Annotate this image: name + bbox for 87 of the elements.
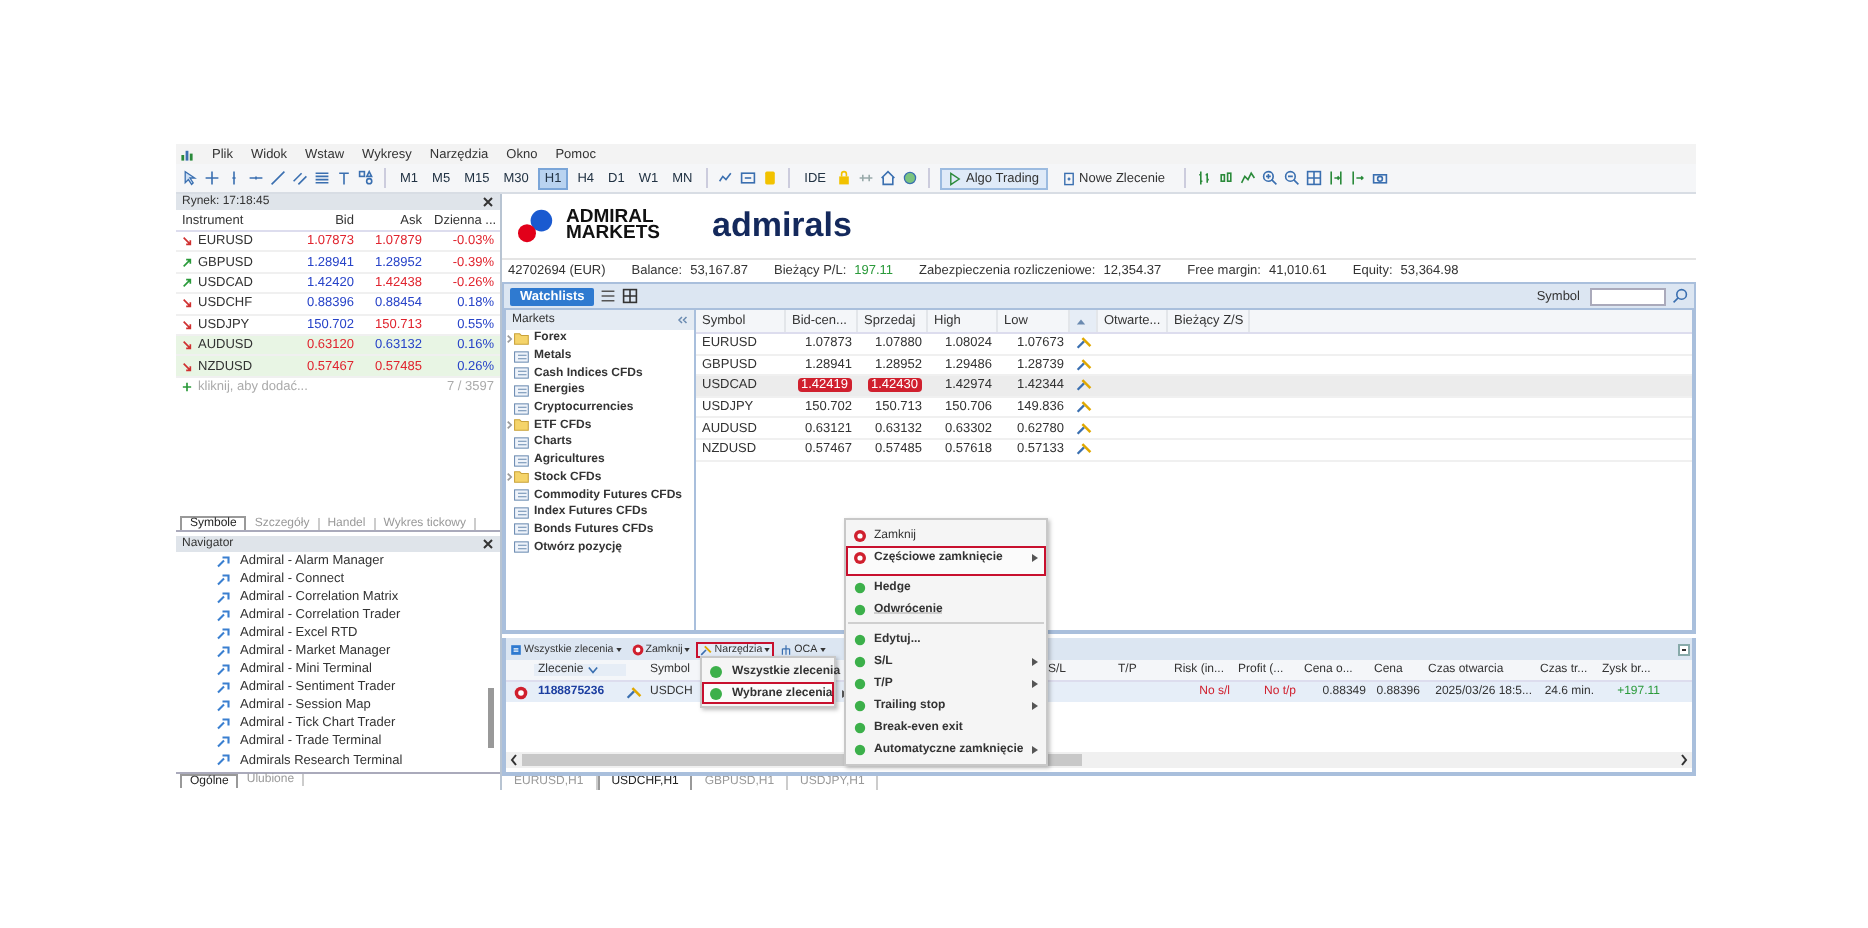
- tool-icon: [216, 573, 232, 586]
- collapse-icon[interactable]: [676, 314, 688, 326]
- tool-icon: [216, 609, 232, 622]
- horizontal-line-icon[interactable]: [248, 170, 264, 186]
- zoom-out-icon[interactable]: [1283, 170, 1300, 186]
- dot-icon: [854, 655, 866, 667]
- home-icon[interactable]: [880, 170, 897, 186]
- folder-icon: [506, 331, 530, 346]
- app-icon: [180, 147, 194, 161]
- channel-icon[interactable]: [292, 170, 308, 186]
- trend-line-icon[interactable]: [270, 170, 286, 186]
- tool-icon: [216, 627, 232, 640]
- tools-icon[interactable]: [1076, 442, 1092, 457]
- tool-icon: [216, 591, 232, 604]
- tools-icon[interactable]: [1076, 421, 1092, 436]
- caret-icon: [615, 647, 622, 651]
- search-icon[interactable]: [1672, 288, 1688, 304]
- submenu-arrow-icon: [1032, 745, 1038, 753]
- sort-icon: [587, 666, 598, 674]
- tool-icon: [216, 645, 232, 658]
- submenu-arrow-icon: [1032, 657, 1038, 665]
- horizontal-lines-icon[interactable]: [314, 170, 330, 186]
- dot-icon: [854, 743, 866, 755]
- close-circle-icon: [854, 529, 866, 541]
- line-chart-icon[interactable]: [718, 170, 735, 186]
- document-icon: [1061, 171, 1076, 185]
- close-icon[interactable]: [482, 538, 494, 550]
- submenu-arrow-icon: [1032, 679, 1038, 687]
- bar-chart-icon[interactable]: [1195, 170, 1212, 186]
- logo-text: MARKETS: [566, 226, 660, 243]
- zoom-in-icon[interactable]: [1261, 170, 1278, 186]
- close-circle-icon: [854, 551, 866, 563]
- tools-icon: [700, 643, 713, 655]
- shapes-icon[interactable]: [358, 170, 374, 186]
- grid-view-icon[interactable]: [622, 288, 639, 304]
- panel-menu-icon[interactable]: [1678, 643, 1690, 655]
- caret-icon: [764, 647, 771, 651]
- vertical-line-icon[interactable]: [226, 170, 242, 186]
- tool-icon: [216, 681, 232, 694]
- dot-icon: [854, 699, 866, 711]
- logo-text: ADMIRAL: [566, 209, 654, 226]
- folder-icon: [506, 418, 530, 433]
- close-circle-icon: [631, 643, 644, 655]
- branch-icon: [780, 643, 793, 655]
- tool-icon: [216, 699, 232, 712]
- tools-icon[interactable]: [626, 685, 642, 699]
- dot-icon: [854, 603, 866, 615]
- candlestick-icon[interactable]: [1217, 170, 1234, 186]
- dot-icon: [854, 677, 866, 689]
- logo-icon: [514, 208, 558, 244]
- close-circle-icon[interactable]: [514, 685, 528, 699]
- crosshair-icon[interactable]: [204, 170, 220, 186]
- caret-icon: [684, 647, 691, 651]
- play-icon: [948, 171, 963, 185]
- close-icon[interactable]: [482, 196, 494, 208]
- grid-icon[interactable]: [1305, 170, 1322, 186]
- submenu-arrow-icon: [1032, 553, 1038, 561]
- line-chart-icon[interactable]: [1239, 170, 1256, 186]
- tool-icon: [216, 663, 232, 676]
- dot-icon: [710, 665, 722, 677]
- caret-icon: [819, 647, 826, 651]
- dot-icon: [854, 581, 866, 593]
- scroll-right-icon[interactable]: [1680, 754, 1688, 766]
- search-field[interactable]: [1590, 287, 1666, 305]
- tools-icon[interactable]: [1076, 357, 1092, 372]
- tools-icon[interactable]: [1076, 400, 1092, 415]
- tools-icon[interactable]: [1076, 378, 1092, 393]
- tool-icon: [216, 754, 232, 767]
- camera-icon[interactable]: [1371, 170, 1388, 186]
- dot-icon: [710, 687, 722, 699]
- cursor-icon[interactable]: [182, 170, 198, 186]
- brand-name: admirals: [711, 206, 852, 246]
- tool-icon: [216, 555, 232, 568]
- plus-icon: [182, 381, 192, 392]
- dot-icon: [854, 633, 866, 645]
- scrollbar[interactable]: [488, 688, 494, 748]
- list-icon: [510, 643, 522, 655]
- tools-icon[interactable]: [1076, 336, 1092, 351]
- text-tool-icon[interactable]: [336, 170, 352, 186]
- dot-icon: [854, 721, 866, 733]
- list-view-icon[interactable]: [600, 288, 617, 304]
- tool-icon: [216, 735, 232, 748]
- folder-icon: [506, 470, 530, 485]
- tool-icon: [216, 717, 232, 730]
- scroll-left-icon[interactable]: [510, 754, 518, 766]
- submenu-arrow-icon: [1032, 701, 1038, 709]
- sort-icon: [1076, 317, 1086, 325]
